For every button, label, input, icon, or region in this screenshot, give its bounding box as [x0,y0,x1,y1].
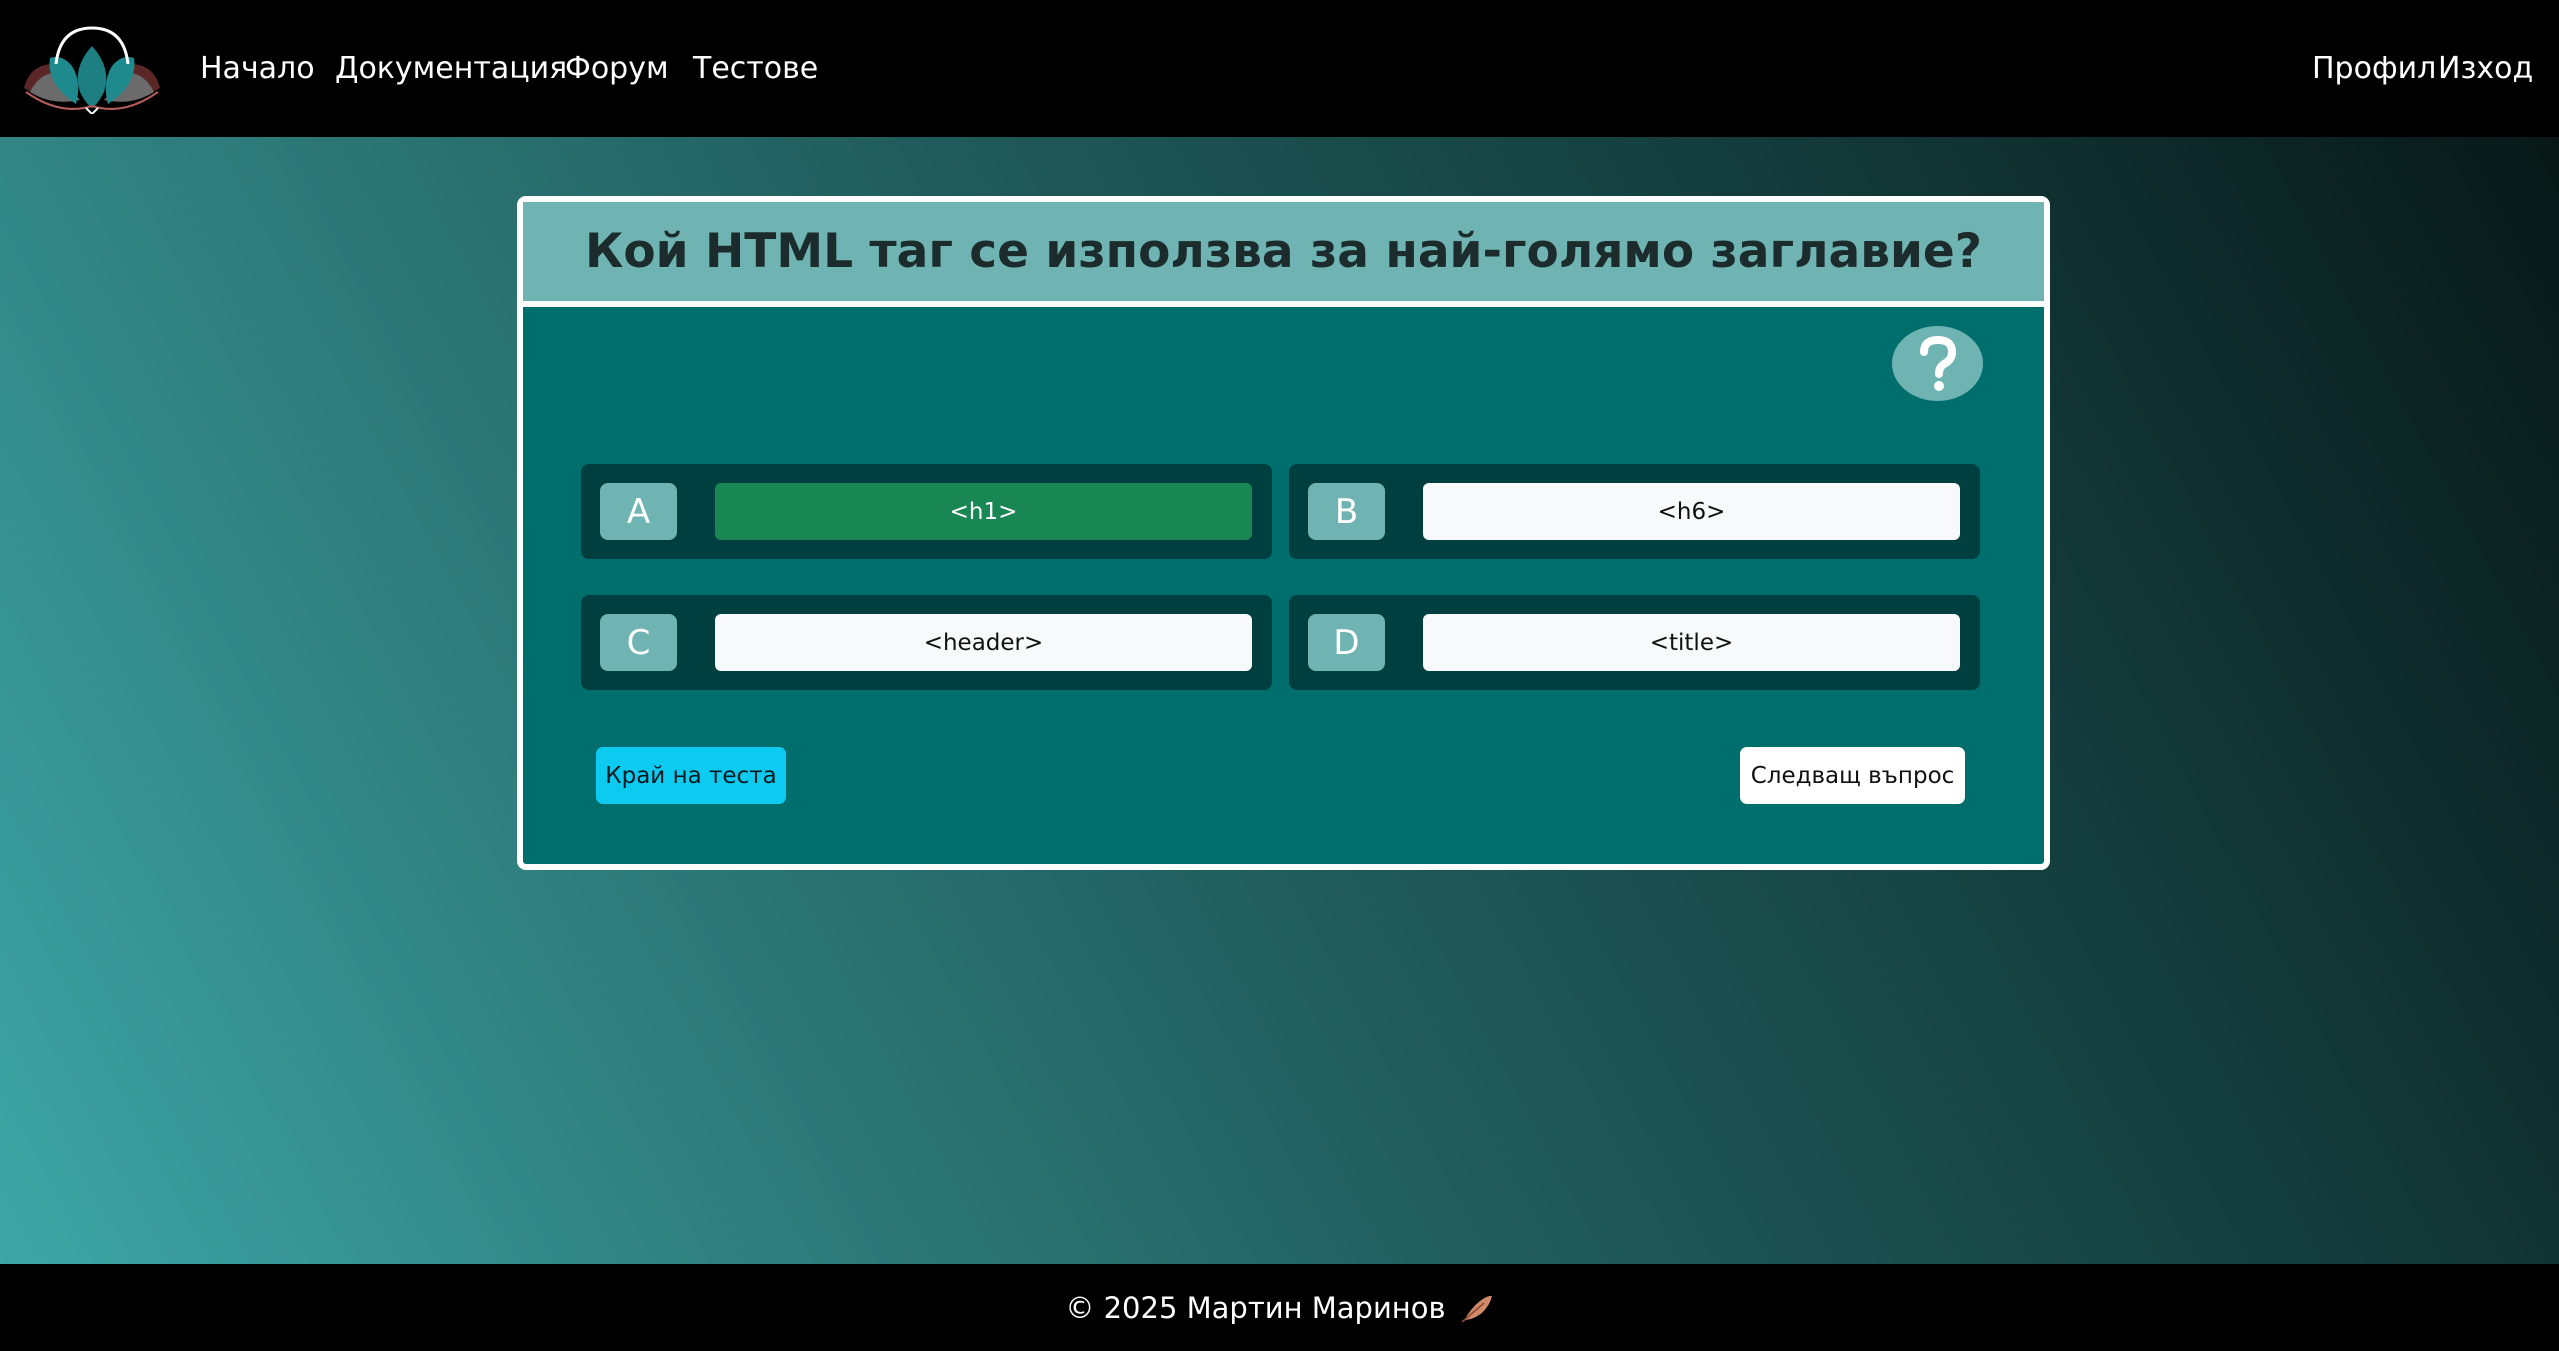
option-a: A <h1> [581,464,1272,559]
help-button[interactable] [1892,326,1983,401]
nav-link-logout[interactable]: Изход [2438,46,2533,92]
nav-link-tests[interactable]: Тестове [693,46,818,92]
nav-link-profile[interactable]: Профил [2312,46,2436,92]
option-letter-b: B [1308,483,1385,540]
question-header: Кой HTML таг се използва за най-голямо з… [523,202,2044,307]
footer-copyright: © 2025 Мартин Маринов [1065,1290,1446,1325]
answer-button-c[interactable]: <header> [715,614,1252,671]
answer-button-a[interactable]: <h1> [715,483,1252,540]
option-d: D <title> [1289,595,1980,690]
lotus-logo-icon[interactable] [20,24,164,114]
option-letter-a: A [600,483,677,540]
footer: © 2025 Мартин Маринов [0,1264,2559,1351]
option-letter-c: C [600,614,677,671]
nav-link-forum[interactable]: Форум [565,46,669,92]
top-navbar: Начало Документация Форум Тестове Профил… [0,0,2559,137]
option-c: C <header> [581,595,1272,690]
nav-link-documentation[interactable]: Документация [335,46,567,92]
nav-link-home[interactable]: Начало [200,46,315,92]
question-card: Кой HTML таг се използва за най-голямо з… [517,196,2050,870]
answer-button-b[interactable]: <h6> [1423,483,1960,540]
question-mark-icon [1919,335,1956,391]
option-letter-d: D [1308,614,1385,671]
feather-icon [1461,1295,1492,1323]
question-title: Кой HTML таг се използва за най-голямо з… [584,224,1983,279]
next-question-button[interactable]: Следващ въпрос [1740,747,1965,804]
end-test-button[interactable]: Край на теста [596,747,786,804]
option-b: B <h6> [1289,464,1980,559]
answer-button-d[interactable]: <title> [1423,614,1960,671]
